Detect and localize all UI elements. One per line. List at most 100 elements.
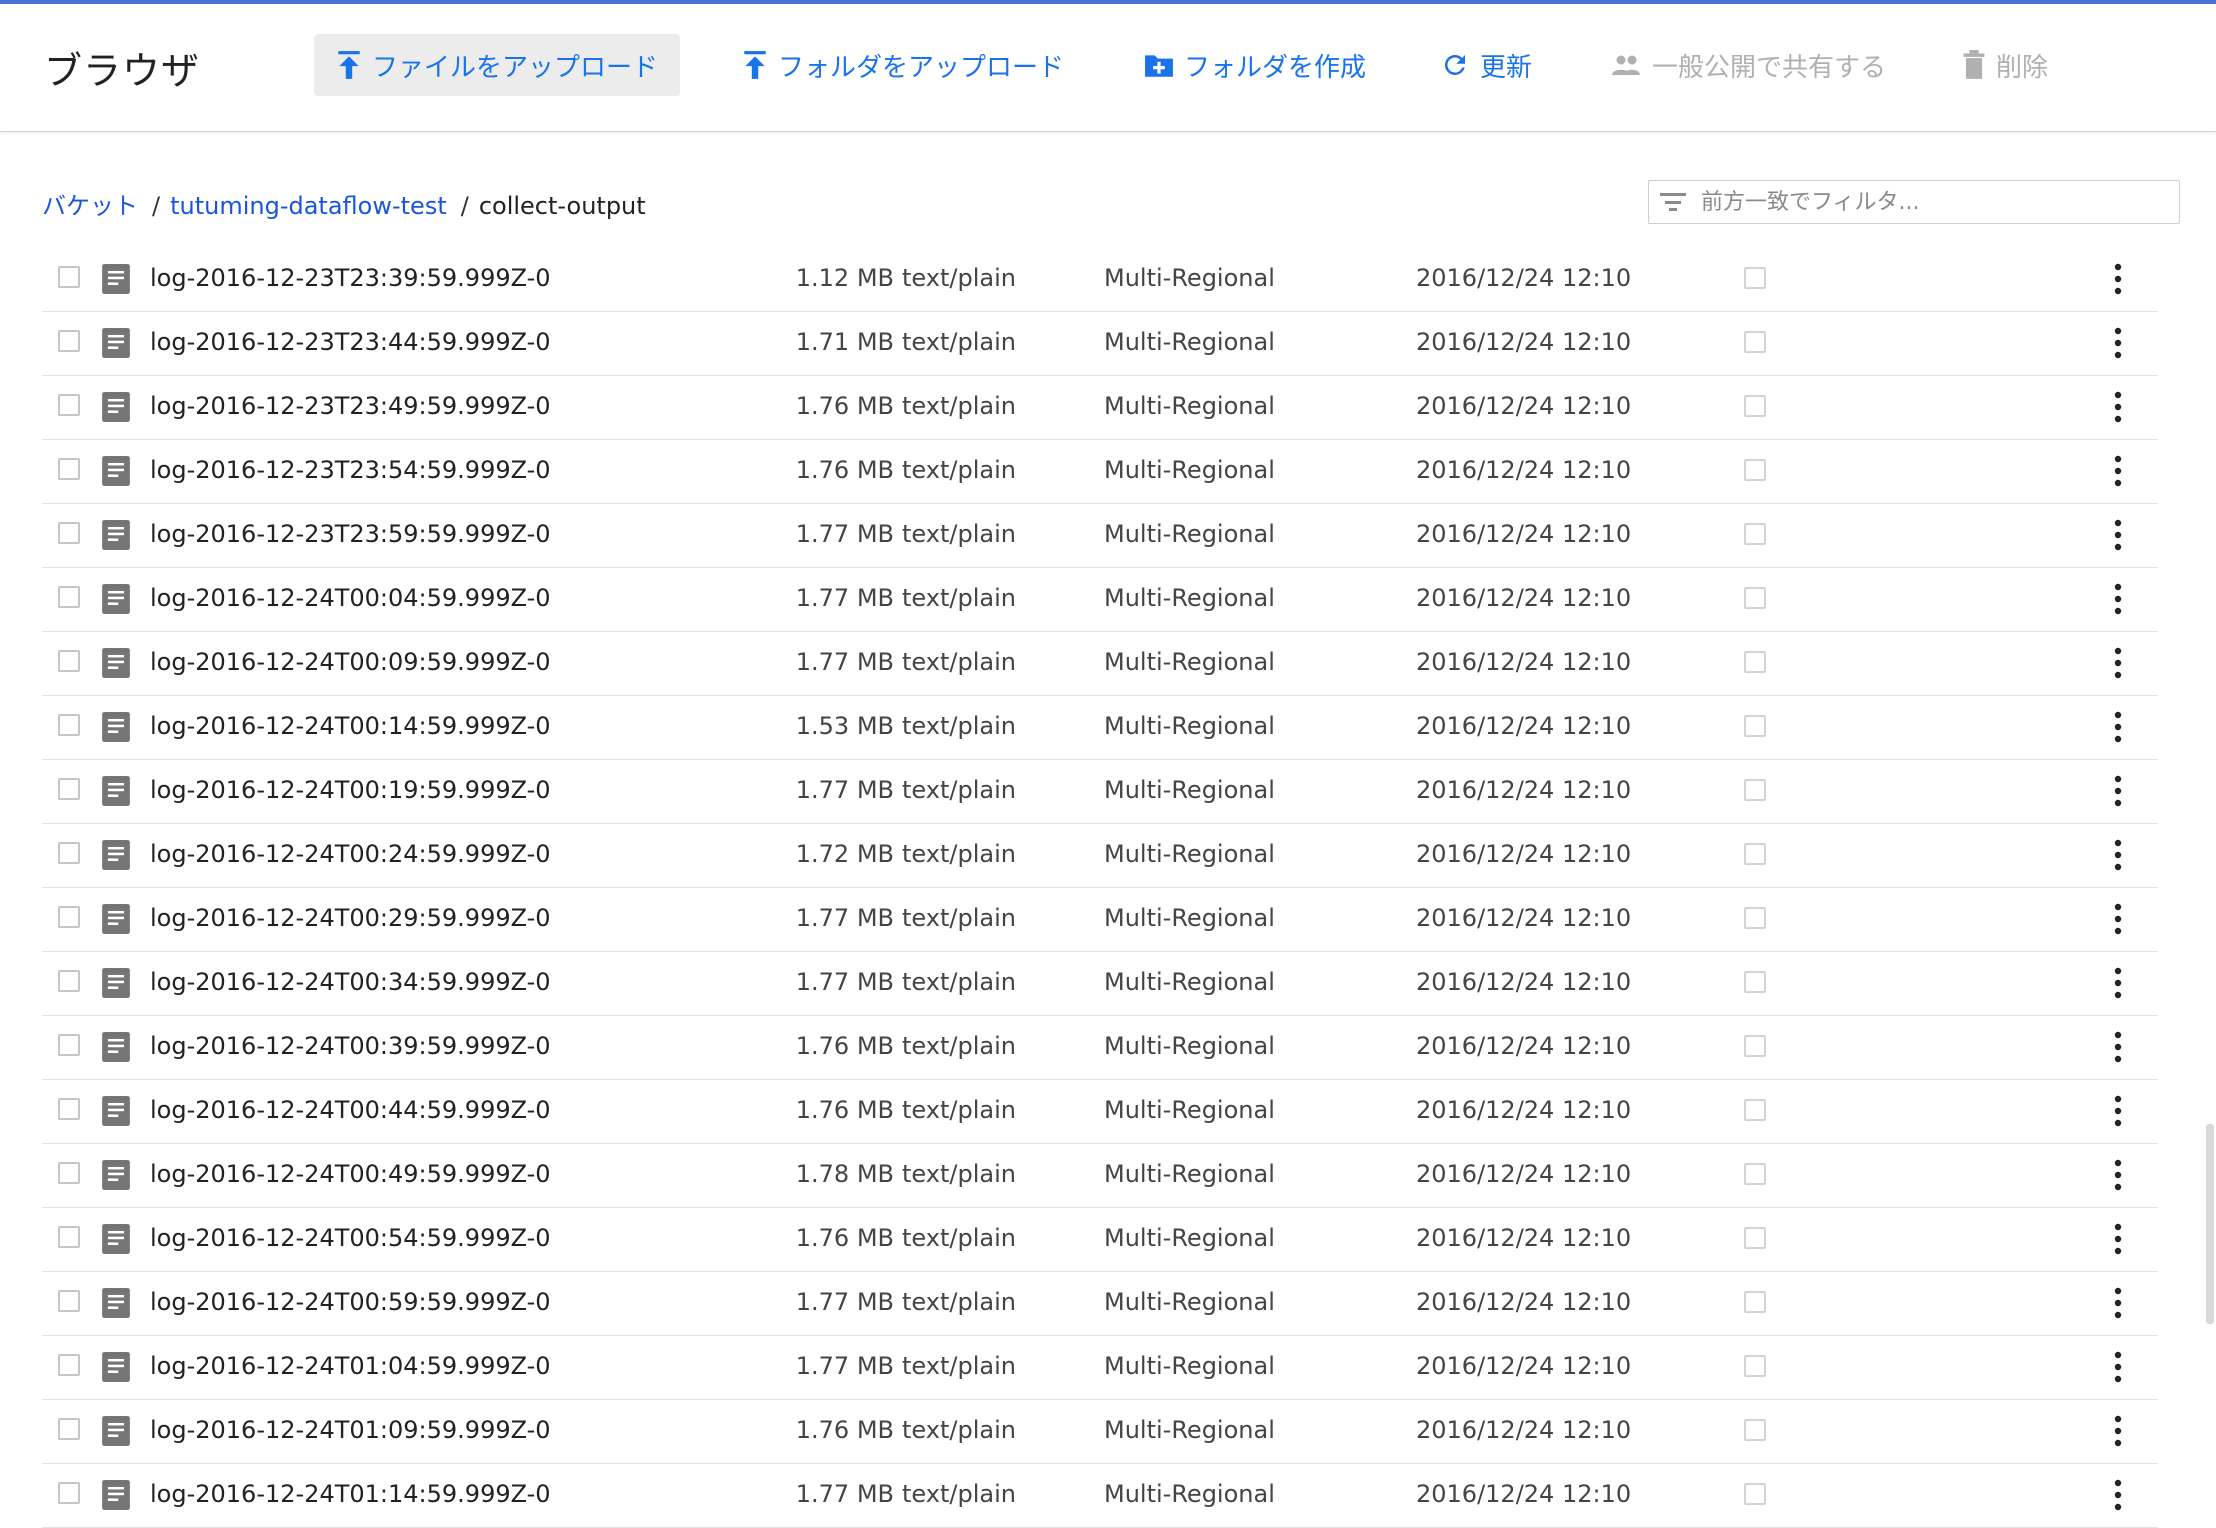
share-public-checkbox[interactable]	[1744, 651, 1766, 673]
row-select-checkbox[interactable]	[58, 1290, 80, 1312]
row-select-checkbox[interactable]	[58, 1482, 80, 1504]
row-select-checkbox[interactable]	[58, 522, 80, 544]
file-name-link[interactable]: log-2016-12-24T00:24:59.999Z-0	[150, 840, 551, 868]
share-public-checkbox[interactable]	[1744, 587, 1766, 609]
file-name-link[interactable]: log-2016-12-24T00:49:59.999Z-0	[150, 1160, 551, 1188]
more-vert-icon[interactable]	[2112, 710, 2124, 744]
more-vert-icon[interactable]	[2112, 582, 2124, 616]
file-name-link[interactable]: log-2016-12-23T23:49:59.999Z-0	[150, 392, 551, 420]
row-select-checkbox[interactable]	[58, 970, 80, 992]
file-name-link[interactable]: log-2016-12-24T01:09:59.999Z-0	[150, 1416, 551, 1444]
share-public-checkbox[interactable]	[1744, 1227, 1766, 1249]
row-select-checkbox[interactable]	[58, 1034, 80, 1056]
more-vert-icon[interactable]	[2112, 326, 2124, 360]
file-name-link[interactable]: log-2016-12-24T00:09:59.999Z-0	[150, 648, 551, 676]
share-public-checkbox[interactable]	[1744, 907, 1766, 929]
table-row[interactable]: log-2016-12-23T23:44:59.999Z-0 1.71 MB tex…	[42, 312, 2158, 376]
row-select-checkbox[interactable]	[58, 714, 80, 736]
breadcrumb-bucket-link[interactable]: バケット	[42, 192, 138, 220]
more-vert-icon[interactable]	[2112, 646, 2124, 680]
table-row[interactable]: log-2016-12-24T00:39:59.999Z-0 1.76 MB tex…	[42, 1016, 2158, 1080]
table-row[interactable]: log-2016-12-24T01:09:59.999Z-0 1.76 MB tex…	[42, 1400, 2158, 1464]
file-name-link[interactable]: log-2016-12-24T00:39:59.999Z-0	[150, 1032, 551, 1060]
table-row[interactable]: log-2016-12-23T23:54:59.999Z-0 1.76 MB tex…	[42, 440, 2158, 504]
share-public-checkbox[interactable]	[1744, 1035, 1766, 1057]
table-row[interactable]: log-2016-12-23T23:39:59.999Z-0 1.12 MB tex…	[42, 248, 2158, 312]
filter-input[interactable]	[1699, 188, 2163, 216]
more-vert-icon[interactable]	[2112, 390, 2124, 424]
more-vert-icon[interactable]	[2112, 1158, 2124, 1192]
row-select-checkbox[interactable]	[58, 906, 80, 928]
row-select-checkbox[interactable]	[58, 1162, 80, 1184]
file-name-link[interactable]: log-2016-12-24T00:04:59.999Z-0	[150, 584, 551, 612]
share-public-checkbox[interactable]	[1744, 459, 1766, 481]
share-public-checkbox[interactable]	[1744, 331, 1766, 353]
share-public-checkbox[interactable]	[1744, 523, 1766, 545]
file-name-link[interactable]: log-2016-12-24T00:34:59.999Z-0	[150, 968, 551, 996]
file-name-link[interactable]: log-2016-12-24T00:59:59.999Z-0	[150, 1288, 551, 1316]
row-select-checkbox[interactable]	[58, 650, 80, 672]
file-name-link[interactable]: log-2016-12-23T23:44:59.999Z-0	[150, 328, 551, 356]
table-row[interactable]: log-2016-12-24T01:14:59.999Z-0 1.77 MB tex…	[42, 1464, 2158, 1528]
upload-files-button[interactable]: ファイルをアップロード	[314, 34, 681, 96]
more-vert-icon[interactable]	[2112, 966, 2124, 1000]
share-public-checkbox[interactable]	[1744, 1163, 1766, 1185]
share-public-checkbox[interactable]	[1744, 395, 1766, 417]
more-vert-icon[interactable]	[2112, 774, 2124, 808]
share-public-checkbox[interactable]	[1744, 1483, 1766, 1505]
delete-button[interactable]: 削除	[1962, 34, 2048, 96]
more-vert-icon[interactable]	[2112, 1094, 2124, 1128]
more-vert-icon[interactable]	[2112, 902, 2124, 936]
file-name-link[interactable]: log-2016-12-24T00:14:59.999Z-0	[150, 712, 551, 740]
row-select-checkbox[interactable]	[58, 1226, 80, 1248]
share-public-checkbox[interactable]	[1744, 843, 1766, 865]
file-name-link[interactable]: log-2016-12-23T23:59:59.999Z-0	[150, 520, 551, 548]
table-row[interactable]: log-2016-12-24T00:14:59.999Z-0 1.53 MB tex…	[42, 696, 2158, 760]
refresh-button[interactable]: 更新	[1440, 34, 1532, 96]
file-name-link[interactable]: log-2016-12-24T00:44:59.999Z-0	[150, 1096, 551, 1124]
row-select-checkbox[interactable]	[58, 330, 80, 352]
more-vert-icon[interactable]	[2112, 454, 2124, 488]
breadcrumb-bucket-name-link[interactable]: tutuming-dataflow-test	[170, 192, 447, 220]
file-name-link[interactable]: log-2016-12-24T00:29:59.999Z-0	[150, 904, 551, 932]
row-select-checkbox[interactable]	[58, 1418, 80, 1440]
share-public-checkbox[interactable]	[1744, 1291, 1766, 1313]
more-vert-icon[interactable]	[2112, 1478, 2124, 1512]
table-row[interactable]: log-2016-12-24T01:04:59.999Z-0 1.77 MB tex…	[42, 1336, 2158, 1400]
file-name-link[interactable]: log-2016-12-24T00:19:59.999Z-0	[150, 776, 551, 804]
row-select-checkbox[interactable]	[58, 394, 80, 416]
table-row[interactable]: log-2016-12-23T23:59:59.999Z-0 1.77 MB tex…	[42, 504, 2158, 568]
row-select-checkbox[interactable]	[58, 458, 80, 480]
share-public-checkbox[interactable]	[1744, 971, 1766, 993]
more-vert-icon[interactable]	[2112, 1286, 2124, 1320]
table-row[interactable]: log-2016-12-24T00:09:59.999Z-0 1.77 MB tex…	[42, 632, 2158, 696]
more-vert-icon[interactable]	[2112, 1030, 2124, 1064]
row-select-checkbox[interactable]	[58, 1098, 80, 1120]
share-public-checkbox[interactable]	[1744, 1355, 1766, 1377]
row-select-checkbox[interactable]	[58, 586, 80, 608]
share-public-checkbox[interactable]	[1744, 1099, 1766, 1121]
file-name-link[interactable]: log-2016-12-23T23:54:59.999Z-0	[150, 456, 551, 484]
row-select-checkbox[interactable]	[58, 266, 80, 288]
table-row[interactable]: log-2016-12-24T00:54:59.999Z-0 1.76 MB tex…	[42, 1208, 2158, 1272]
more-vert-icon[interactable]	[2112, 262, 2124, 296]
upload-folder-button[interactable]: フォルダをアップロード	[742, 34, 1064, 96]
table-row[interactable]: log-2016-12-23T23:49:59.999Z-0 1.76 MB tex…	[42, 376, 2158, 440]
row-select-checkbox[interactable]	[58, 1354, 80, 1376]
filter-box[interactable]	[1648, 180, 2180, 224]
table-row[interactable]: log-2016-12-24T00:49:59.999Z-0 1.78 MB tex…	[42, 1144, 2158, 1208]
more-vert-icon[interactable]	[2112, 1350, 2124, 1384]
table-row[interactable]: log-2016-12-24T00:59:59.999Z-0 1.77 MB tex…	[42, 1272, 2158, 1336]
table-row[interactable]: log-2016-12-24T00:44:59.999Z-0 1.76 MB tex…	[42, 1080, 2158, 1144]
file-name-link[interactable]: log-2016-12-24T01:04:59.999Z-0	[150, 1352, 551, 1380]
share-public-checkbox[interactable]	[1744, 779, 1766, 801]
row-select-checkbox[interactable]	[58, 778, 80, 800]
more-vert-icon[interactable]	[2112, 1414, 2124, 1448]
scrollbar[interactable]	[2206, 1124, 2214, 1324]
row-select-checkbox[interactable]	[58, 842, 80, 864]
create-folder-button[interactable]: フォルダを作成	[1144, 34, 1366, 96]
file-name-link[interactable]: log-2016-12-24T01:14:59.999Z-0	[150, 1480, 551, 1508]
more-vert-icon[interactable]	[2112, 518, 2124, 552]
share-public-checkbox[interactable]	[1744, 1419, 1766, 1441]
more-vert-icon[interactable]	[2112, 838, 2124, 872]
